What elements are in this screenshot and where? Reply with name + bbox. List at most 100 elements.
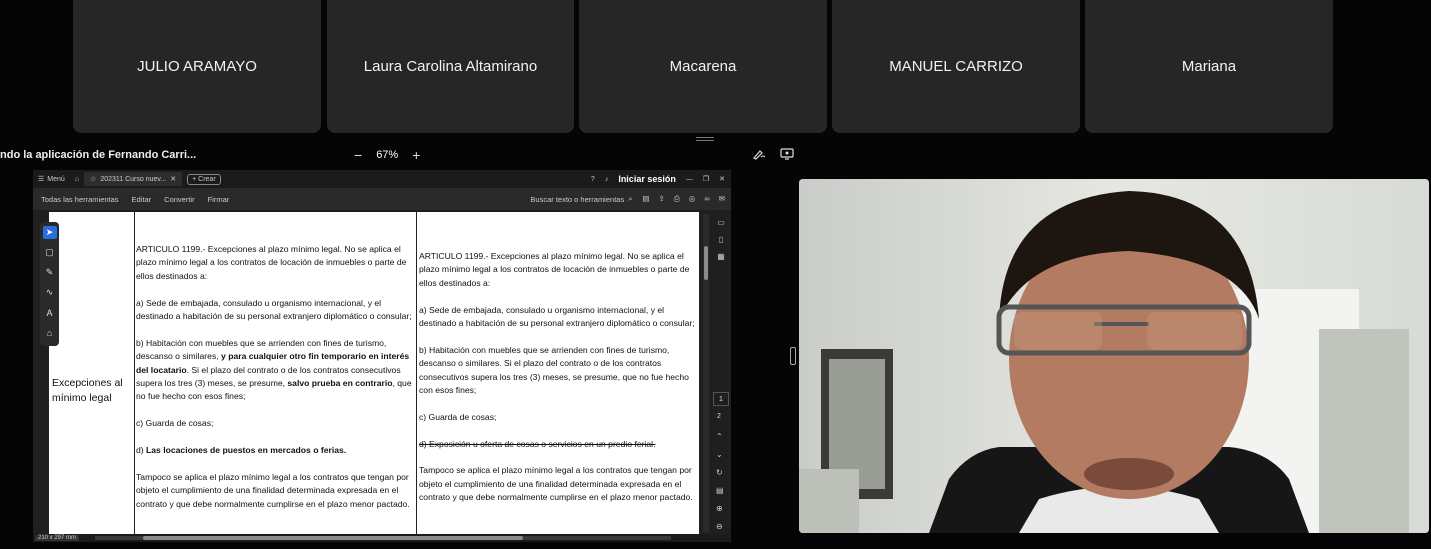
- paragraph: a) Sede de embajada, consulado u organis…: [136, 297, 412, 322]
- home-icon[interactable]: ⌂: [70, 176, 84, 183]
- signin-button[interactable]: Iniciar sesión: [618, 174, 676, 184]
- row-label: Excepciones al mínimo legal: [52, 376, 123, 406]
- draw-tool-icon[interactable]: ∿: [43, 286, 57, 299]
- close-window-icon[interactable]: ✕: [719, 175, 725, 183]
- pdf-titlebar: ☰ Menú ⌂ ☆ 202311 Curso nuev... ✕ + Crea…: [33, 170, 731, 188]
- tab-title: 202311 Curso nuev...: [100, 175, 167, 183]
- bold-run: Las locaciones de puestos en mercados o …: [146, 445, 347, 456]
- help-icon[interactable]: ?: [591, 176, 595, 183]
- vertical-scrollbar[interactable]: [703, 214, 709, 532]
- toolbar-sign[interactable]: Firmar: [208, 195, 230, 204]
- link-icon[interactable]: ∞: [704, 194, 709, 204]
- row-label-line: mínimo legal: [52, 392, 112, 404]
- search-placeholder: Buscar texto o herramientas: [530, 194, 625, 204]
- hamburger-icon: ☰: [38, 176, 45, 183]
- participant-name: JULIO ARAMAYO: [137, 58, 257, 75]
- fit-page-icon[interactable]: ▤: [716, 486, 724, 495]
- search-icon: ⌕: [628, 194, 633, 203]
- paragraph: a) Sede de embajada, consulado u organis…: [419, 304, 695, 329]
- text-tool-icon[interactable]: A: [43, 306, 57, 319]
- speaker-video[interactable]: [799, 179, 1429, 533]
- print-icon[interactable]: ⎙: [674, 194, 680, 204]
- struck-paragraph: d) Exposición u oferta de cosas o servic…: [419, 438, 656, 449]
- toolbar-convert[interactable]: Convertir: [164, 195, 194, 204]
- comments-panel-icon[interactable]: ▭: [717, 218, 725, 227]
- toolbar-edit[interactable]: Editar: [132, 195, 152, 204]
- paragraph: d) Las locaciones de puestos en mercados…: [136, 444, 416, 457]
- participant-name: MANUEL CARRIZO: [889, 58, 1023, 75]
- share-title: ndo la aplicación de Fernando Carri...: [0, 149, 197, 161]
- document-tab[interactable]: ☆ 202311 Curso nuev... ✕: [84, 172, 183, 186]
- current-page[interactable]: 1: [713, 392, 729, 406]
- paragraph: Tampoco se aplica el plazo mínimo legal …: [136, 471, 410, 509]
- participant-tile[interactable]: MANUEL CARRIZO: [832, 0, 1080, 133]
- scroll-thumb[interactable]: [143, 536, 523, 540]
- paragraph: b) Habitación con muebles que se arriend…: [419, 344, 689, 396]
- save-icon[interactable]: ▤: [642, 194, 649, 204]
- close-tab-icon[interactable]: ✕: [170, 175, 176, 183]
- participant-name: Macarena: [669, 58, 737, 75]
- select-tool-icon[interactable]: ➤: [42, 226, 57, 239]
- rotate-icon[interactable]: ↻: [716, 468, 724, 477]
- page-nav-icons: ⌃ ⌄ ↻ ▤ ⊕ ⊖: [716, 432, 724, 531]
- share-icon[interactable]: ◎: [689, 194, 696, 204]
- menu-button[interactable]: ☰ Menú: [33, 175, 70, 184]
- participant-tile[interactable]: Macarena: [579, 0, 827, 133]
- share-actions: [752, 148, 794, 160]
- remote-control-icon[interactable]: [780, 148, 794, 160]
- page-up-icon[interactable]: ⌃: [716, 432, 724, 441]
- participant-name: Mariana: [1181, 58, 1237, 75]
- paragraph: ARTICULO 1199.- Excepciones al plazo mín…: [136, 244, 407, 281]
- right-column-text: ARTICULO 1199.- Excepciones al plazo mín…: [419, 250, 699, 518]
- table-border: [699, 212, 700, 534]
- stamp-tool-icon[interactable]: ⌂: [43, 326, 57, 339]
- participant-tile[interactable]: JULIO ARAMAYO: [73, 0, 321, 133]
- horizontal-scrollbar[interactable]: [95, 536, 671, 540]
- page-down-icon[interactable]: ⌄: [716, 450, 724, 459]
- zoom-out-icon[interactable]: ⊖: [716, 522, 724, 531]
- left-column-text: ARTICULO 1199.- Excepciones al plazo mín…: [136, 243, 416, 524]
- mail-icon[interactable]: ✉: [719, 194, 725, 204]
- minimize-icon[interactable]: —: [686, 176, 693, 183]
- zoom-in-button[interactable]: +: [412, 147, 420, 163]
- comment-tool-icon[interactable]: ▢: [43, 246, 57, 259]
- bookmarks-panel-icon[interactable]: ▯: [719, 235, 723, 244]
- zoom-in-icon[interactable]: ⊕: [716, 504, 724, 513]
- shared-screen[interactable]: ☰ Menú ⌂ ☆ 202311 Curso nuev... ✕ + Crea…: [33, 170, 731, 542]
- upload-icon[interactable]: ⇪: [659, 194, 665, 204]
- annotate-icon[interactable]: [752, 148, 766, 160]
- participant-name: Laura Carolina Altamirano: [363, 58, 538, 75]
- pdf-page: Excepciones al mínimo legal ARTICULO 119…: [48, 212, 700, 534]
- zoom-controls: − 67% +: [354, 147, 420, 163]
- speaker-video-frame: [799, 179, 1429, 533]
- resize-handle[interactable]: [696, 137, 714, 141]
- paragraph: Tampoco se aplica el plazo mínimo legal …: [419, 465, 693, 503]
- text-run: d): [136, 445, 147, 456]
- right-panel-icons: ▭ ▯ ▦: [714, 218, 728, 261]
- scroll-thumb[interactable]: [704, 246, 708, 280]
- panel-divider-handle[interactable]: [790, 347, 796, 365]
- paragraph: ARTICULO 1199.- Excepciones al plazo mín…: [419, 251, 690, 288]
- zoom-out-button[interactable]: −: [354, 147, 362, 163]
- paragraph: c) Guarda de cosas;: [419, 411, 497, 422]
- row-label-line: Excepciones al: [52, 377, 123, 389]
- create-button[interactable]: + Crear: [187, 173, 221, 185]
- participant-tile[interactable]: Laura Carolina Altamirano: [327, 0, 574, 133]
- table-border: [134, 212, 135, 534]
- highlight-tool-icon[interactable]: ✎: [43, 266, 57, 279]
- quick-tools-rail: ➤ ▢ ✎ ∿ A ⌂: [40, 222, 59, 346]
- create-label: Crear: [198, 175, 216, 183]
- page-size-badge: 210 x 297 mm: [35, 535, 80, 541]
- bold-run: salvo prueba en contrario: [287, 378, 393, 389]
- toolbar-all-tools[interactable]: Todas las herramientas: [41, 195, 119, 204]
- bell-icon[interactable]: ♪: [605, 176, 609, 183]
- search-field[interactable]: Buscar texto o herramientas ⌕: [530, 194, 642, 204]
- thumbnails-panel-icon[interactable]: ▦: [717, 252, 725, 261]
- table-border: [416, 212, 417, 534]
- restore-icon[interactable]: ❐: [703, 175, 709, 183]
- star-icon: ☆: [90, 176, 97, 183]
- total-pages: 2: [717, 413, 721, 420]
- paragraph: c) Guarda de cosas;: [136, 418, 214, 429]
- pdf-toolbar: Todas las herramientas Editar Convertir …: [33, 188, 731, 210]
- participant-tile[interactable]: Mariana: [1085, 0, 1333, 133]
